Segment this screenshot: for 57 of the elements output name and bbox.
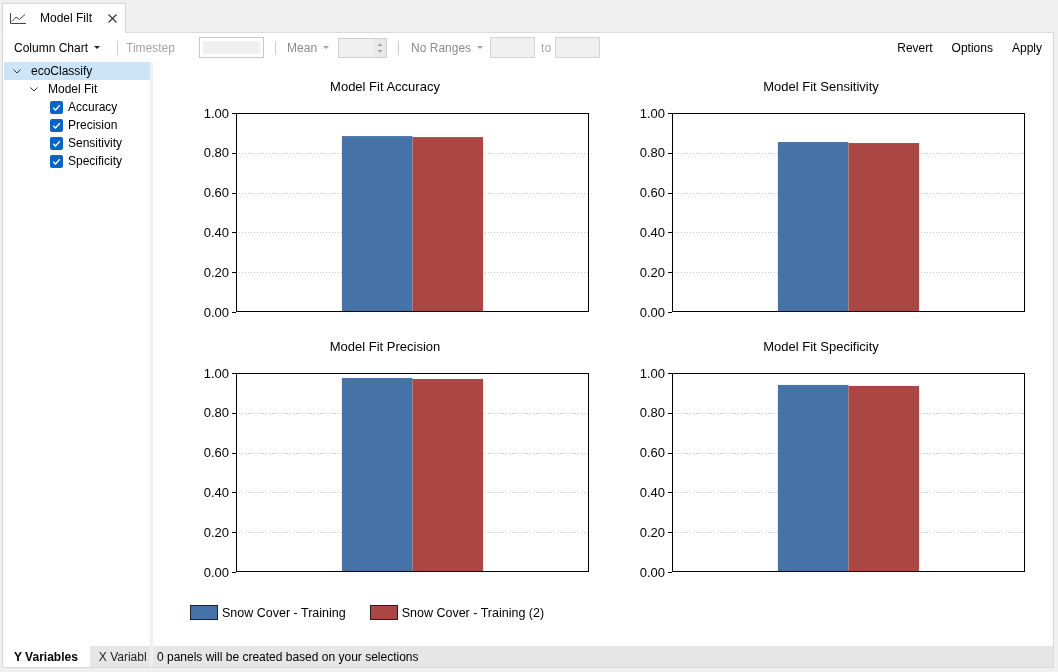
tree-item[interactable]: Sensitivity — [4, 134, 150, 152]
status-text: 0 panels will be created based on your selections — [157, 649, 419, 664]
axis-tick-label: 1.00 — [203, 105, 229, 121]
axis-tick-label: 1.00 — [639, 105, 665, 121]
tree-item[interactable]: Accuracy — [4, 98, 150, 116]
axis-tick-label: 0.60 — [639, 185, 665, 201]
chevron-down-icon[interactable] — [30, 86, 38, 92]
axis-tick-label: 0.00 — [639, 304, 665, 320]
axis-tick-label: 0.00 — [203, 564, 229, 580]
axis-tick-label: 0.20 — [203, 264, 229, 280]
axis-tick-label: 0.40 — [203, 224, 229, 240]
caret-icon — [477, 46, 484, 49]
axis-tick-label: 0.20 — [203, 524, 229, 540]
axis-tick-label: 0.80 — [639, 405, 665, 421]
statistic-spin-field[interactable] — [338, 37, 388, 58]
axis-tick-label: 0.20 — [639, 264, 665, 280]
caret-icon — [323, 46, 330, 49]
axis-tick-label: 0.80 — [203, 145, 229, 161]
axis-tick-label: 0.40 — [639, 224, 665, 240]
checkbox[interactable] — [50, 154, 63, 168]
checkbox[interactable] — [50, 136, 63, 150]
chart-type-dropdown[interactable]: Column Chart — [14, 38, 101, 57]
tree-item[interactable]: Model Fit — [4, 80, 150, 98]
legend-label: Snow Cover - Training — [222, 605, 346, 620]
axis-tick-label: 0.60 — [203, 445, 229, 461]
axis-tick-label: 0.40 — [203, 484, 229, 500]
tree-item[interactable]: ecoClassify — [4, 62, 150, 80]
chart-title: Model Fit Accuracy — [329, 79, 441, 95]
chart-title: Model Fit Sensitivity — [762, 79, 880, 95]
axis-tick-label: 0.40 — [639, 484, 665, 500]
toolbar-button[interactable]: Options — [951, 38, 993, 57]
axis-tick-label: 0.60 — [203, 185, 229, 201]
chart-title: Model Fit Specificity — [762, 339, 880, 355]
legend-label: Snow Cover - Training (2) — [401, 605, 545, 620]
axis-tick-label: 0.60 — [639, 445, 665, 461]
tree-item[interactable]: Precision — [4, 116, 150, 134]
axis-tick-label: 1.00 — [639, 365, 665, 381]
pane-tab[interactable]: Y Variables — [3, 646, 90, 667]
axis-tick-label: 1.00 — [203, 365, 229, 381]
toolbar-button[interactable]: Revert — [897, 38, 933, 57]
chevron-down-icon[interactable] — [13, 68, 21, 74]
caret-icon — [94, 46, 101, 49]
close-icon[interactable] — [108, 13, 117, 23]
document-tab[interactable]: Model Filt — [2, 3, 126, 33]
axis-tick-label: 0.80 — [203, 405, 229, 421]
axis-tick-label: 0.80 — [639, 145, 665, 161]
tree-item[interactable]: Specificity — [4, 152, 150, 170]
checkbox[interactable] — [50, 100, 63, 114]
axis-tick-label: 0.00 — [639, 564, 665, 580]
range-to-label: to — [541, 40, 552, 55]
chart-title: Model Fit Precision — [328, 339, 442, 355]
checkbox[interactable] — [50, 118, 63, 132]
toolbar-button[interactable]: Apply — [1011, 38, 1042, 57]
timestep-label: Timestep — [126, 40, 176, 55]
axis-tick-label: 0.00 — [203, 304, 229, 320]
line-chart-icon — [10, 12, 26, 24]
axis-tick-label: 0.20 — [639, 524, 665, 540]
